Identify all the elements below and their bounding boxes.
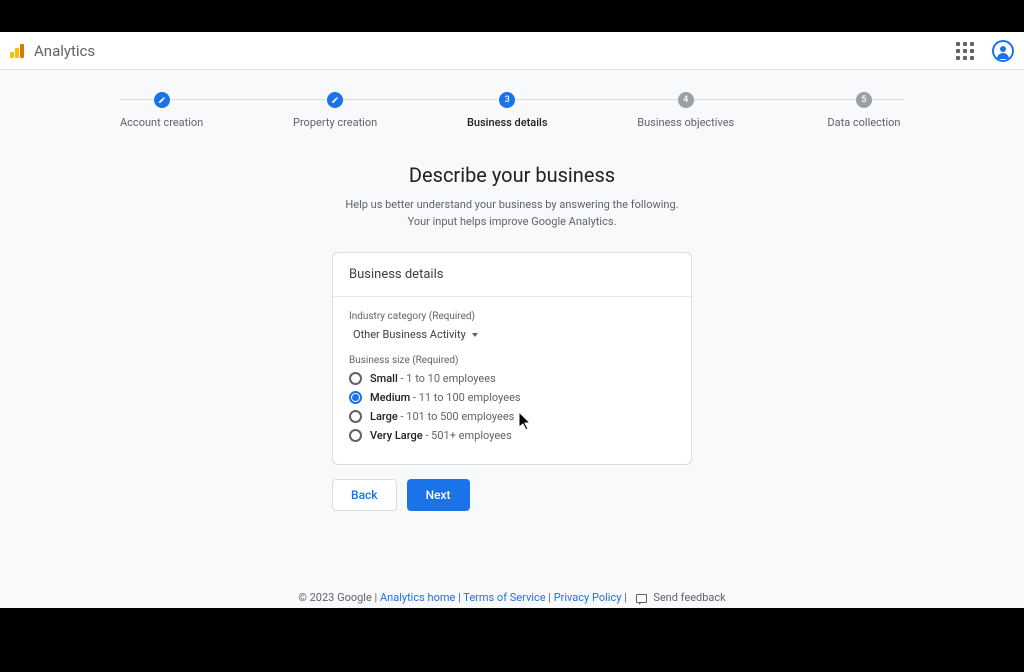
step-label: Account creation <box>120 116 203 129</box>
radio-name: Very Large <box>370 429 423 442</box>
industry-category-value: Other Business Activity <box>353 328 466 341</box>
radio-desc: 501+ employees <box>431 429 512 442</box>
business-size-radio-large[interactable]: Large - 101 to 500 employees <box>349 410 675 423</box>
step-number: 5 <box>856 92 872 108</box>
step-label: Property creation <box>293 116 377 129</box>
feedback-icon <box>636 594 647 603</box>
analytics-home-link[interactable]: Analytics home <box>380 591 455 604</box>
app-title: Analytics <box>34 42 95 60</box>
step-data-collection[interactable]: 5 Data collection <box>824 92 904 129</box>
send-feedback-link[interactable]: Send feedback <box>653 591 725 604</box>
subheading-line-1: Help us better understand your business … <box>345 198 678 211</box>
apps-grid-icon[interactable] <box>956 42 974 60</box>
privacy-link[interactable]: Privacy Policy <box>554 591 622 604</box>
page-subheading: Help us better understand your business … <box>0 197 1024 230</box>
app-window: Analytics Account creation Property crea… <box>0 32 1024 608</box>
step-number: 4 <box>678 92 694 108</box>
radio-name: Large <box>370 410 398 423</box>
back-button[interactable]: Back <box>332 479 397 511</box>
radio-icon <box>349 372 362 385</box>
pencil-icon <box>327 92 343 108</box>
step-account-creation[interactable]: Account creation <box>120 92 203 129</box>
step-property-creation[interactable]: Property creation <box>293 92 377 129</box>
radio-icon <box>349 391 362 404</box>
step-business-objectives[interactable]: 4 Business objectives <box>637 92 734 129</box>
main-content: Account creation Property creation 3 Bus… <box>0 70 1024 608</box>
caret-down-icon <box>472 333 478 337</box>
terms-link[interactable]: Terms of Service <box>463 591 545 604</box>
business-size-radio-very-large[interactable]: Very Large - 501+ employees <box>349 429 675 442</box>
radio-icon <box>349 429 362 442</box>
radio-desc: 1 to 10 employees <box>406 372 496 385</box>
business-size-label: Business size (Required) <box>349 355 675 366</box>
step-business-details[interactable]: 3 Business details <box>467 92 548 129</box>
step-label: Business details <box>467 116 548 129</box>
business-size-radio-small[interactable]: Small - 1 to 10 employees <box>349 372 675 385</box>
page-heading: Describe your business <box>0 163 1024 187</box>
business-size-radio-medium[interactable]: Medium - 11 to 100 employees <box>349 391 675 404</box>
button-row: Back Next <box>332 479 692 511</box>
radio-name: Small <box>370 372 398 385</box>
radio-desc: 101 to 500 employees <box>406 410 514 423</box>
next-button[interactable]: Next <box>407 479 470 511</box>
step-number: 3 <box>499 92 515 108</box>
account-avatar-icon[interactable] <box>992 40 1014 62</box>
analytics-logo-icon <box>10 44 24 58</box>
industry-category-dropdown[interactable]: Other Business Activity <box>353 328 675 341</box>
radio-desc: 11 to 100 employees <box>419 391 521 404</box>
setup-stepper: Account creation Property creation 3 Bus… <box>120 92 904 129</box>
radio-name: Medium <box>370 391 410 404</box>
industry-category-label: Industry category (Required) <box>349 311 675 322</box>
pencil-icon <box>154 92 170 108</box>
radio-icon <box>349 410 362 423</box>
subheading-line-2: Your input helps improve Google Analytic… <box>408 215 617 228</box>
copyright-text: © 2023 Google <box>298 591 372 604</box>
step-label: Data collection <box>827 116 900 129</box>
top-bar: Analytics <box>0 32 1024 70</box>
card-title: Business details <box>333 253 691 297</box>
step-label: Business objectives <box>637 116 734 129</box>
business-details-card: Business details Industry category (Requ… <box>332 252 692 465</box>
page-footer: © 2023 Google | Analytics home | Terms o… <box>0 586 1024 608</box>
